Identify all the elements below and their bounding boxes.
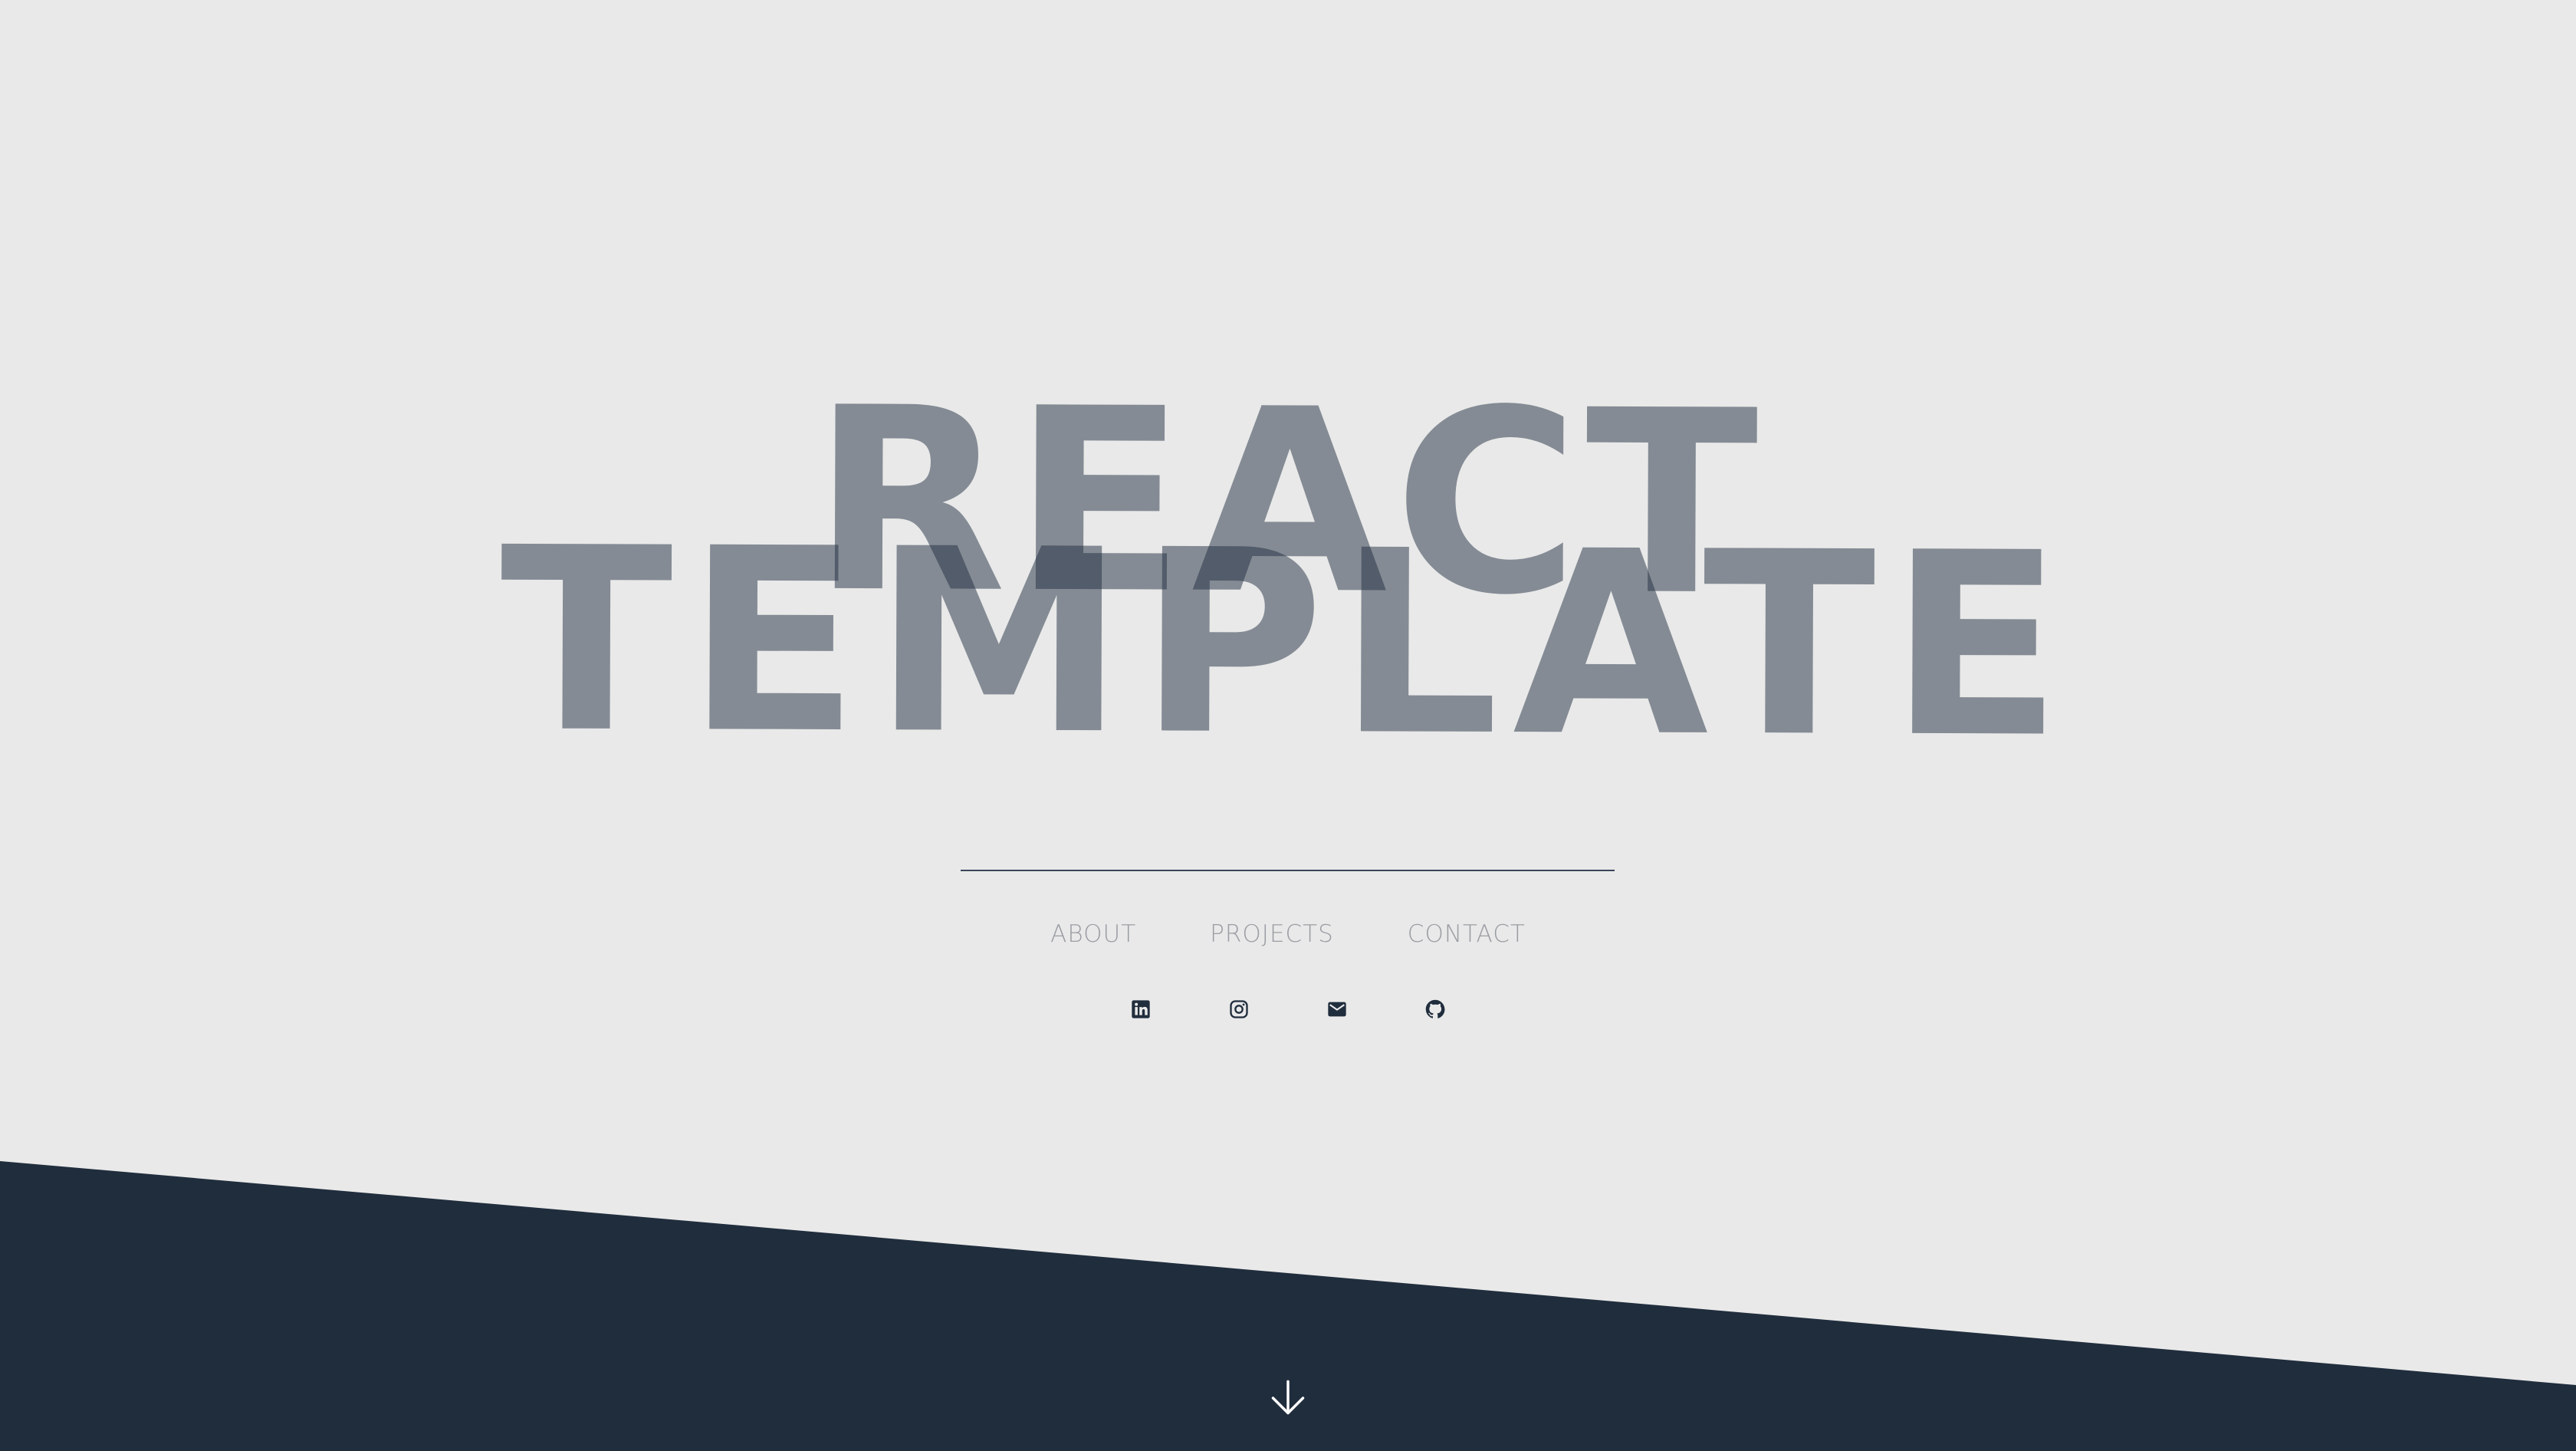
nav-link-contact[interactable]: CONTACT <box>1408 920 1526 948</box>
divider <box>961 870 1615 871</box>
nav-link-about[interactable]: ABOUT <box>1050 920 1136 948</box>
linkedin-link[interactable] <box>1130 999 1152 1020</box>
arrow-down-icon <box>1271 1380 1305 1415</box>
instagram-link[interactable] <box>1228 999 1250 1020</box>
mail-icon <box>1328 1002 1346 1017</box>
main-nav: ABOUT PROJECTS CONTACT <box>0 920 2576 948</box>
mail-link[interactable] <box>1326 999 1348 1020</box>
hero-title-line-2: TEMPLATE <box>499 493 2077 794</box>
linkedin-icon <box>1132 1000 1150 1018</box>
github-link[interactable] <box>1424 999 1446 1020</box>
scroll-down-button[interactable] <box>1268 1378 1308 1418</box>
hero-section: REACT TEMPLATE ABOUT PROJECTS CONTACT <box>0 0 2576 1451</box>
social-links <box>0 999 2576 1020</box>
nav-link-projects[interactable]: PROJECTS <box>1210 920 1334 948</box>
instagram-icon <box>1230 1000 1248 1018</box>
github-icon <box>1425 999 1445 1018</box>
